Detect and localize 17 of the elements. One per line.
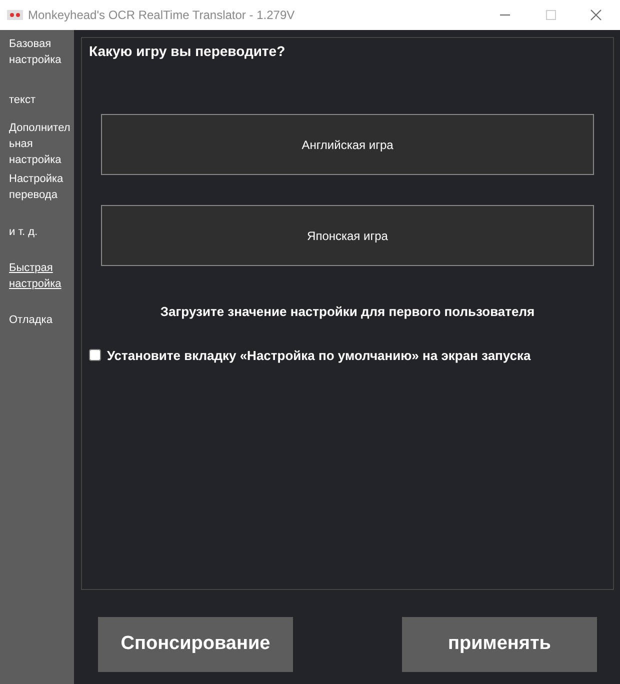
sidebar-item[interactable]: текст (9, 92, 73, 108)
sidebar-item[interactable]: и т. д. (9, 224, 73, 240)
checkbox-label: Установите вкладку «Настройка по умолчанию» на экран запуска (107, 346, 531, 365)
game-button[interactable]: Английская игра (101, 114, 594, 175)
sidebar-item[interactable]: Быстрая настройка (9, 260, 73, 292)
game-button[interactable]: Японская игра (101, 205, 594, 266)
window-title: Monkeyhead's OCR RealTime Translator - 1.279V (28, 7, 295, 24)
panel-heading: Какую игру вы переводите? (89, 42, 286, 61)
app-icon (7, 9, 23, 21)
sidebar-item[interactable]: Базовая настройка (9, 36, 73, 68)
sidebar-item[interactable]: Настройка перевода (9, 171, 73, 203)
sidebar-item[interactable]: Дополнительная настройка (9, 120, 73, 168)
apply-button[interactable]: применять (402, 617, 597, 672)
checkbox[interactable] (89, 349, 101, 362)
sponsor-button[interactable]: Спонсирование (98, 617, 293, 672)
sidebar-item[interactable]: Отладка (9, 312, 73, 328)
load-settings-text: Загрузите значение настройки для первого пользователя (159, 303, 536, 321)
